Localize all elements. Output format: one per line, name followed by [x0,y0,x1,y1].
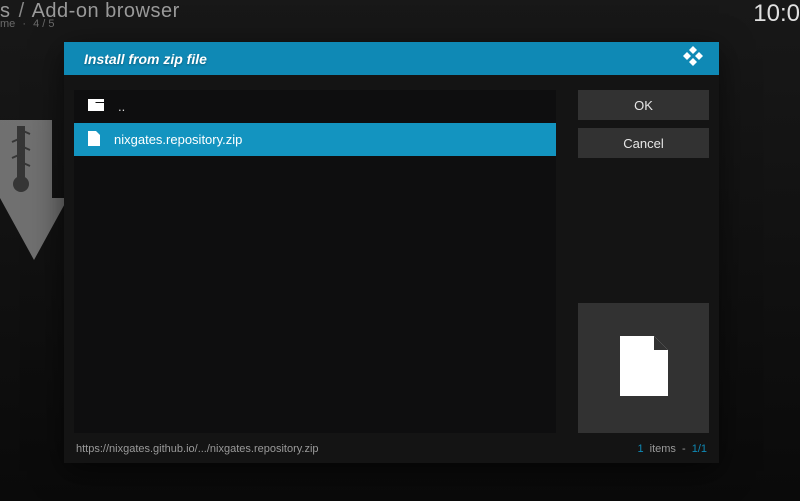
sub-left: me [0,18,15,30]
folder-icon [88,99,104,114]
file-column: .. nixgates.repository.zip [74,90,556,433]
file-row-zip[interactable]: nixgates.repository.zip [74,123,556,156]
clock: 10:0 [753,0,800,28]
dialog-footer: https://nixgates.github.io/.../nixgates.… [64,441,719,463]
file-icon [88,131,100,149]
sub-sep: · [22,18,26,30]
side-column: OK Cancel [578,90,709,433]
footer-path: https://nixgates.github.io/.../nixgates.… [76,443,319,455]
dialog-title: Install from zip file [84,51,207,67]
cancel-button[interactable]: Cancel [578,128,709,158]
footer-count: 1 items - 1/1 [637,443,707,455]
zip-art-icon [0,120,68,265]
dialog-body: .. nixgates.repository.zip OK Cancel [64,75,719,441]
sub-right: 4 / 5 [33,18,54,30]
file-label: .. [118,99,125,114]
file-placeholder-icon [620,336,668,401]
sep: - [682,443,686,455]
preview-panel [578,303,709,433]
dialog-titlebar: Install from zip file [64,42,719,75]
items-label: items [650,443,676,455]
app-logo-icon [681,44,705,73]
file-row-up[interactable]: .. [74,90,556,123]
item-count: 1 [637,443,643,455]
ok-button[interactable]: OK [578,90,709,120]
install-from-zip-dialog: Install from zip file .. [64,42,719,463]
file-list[interactable]: .. nixgates.repository.zip [74,90,556,433]
breadcrumb-sub: me · 4 / 5 [0,18,54,30]
file-label: nixgates.repository.zip [114,132,242,147]
page-indicator: 1/1 [692,443,707,455]
